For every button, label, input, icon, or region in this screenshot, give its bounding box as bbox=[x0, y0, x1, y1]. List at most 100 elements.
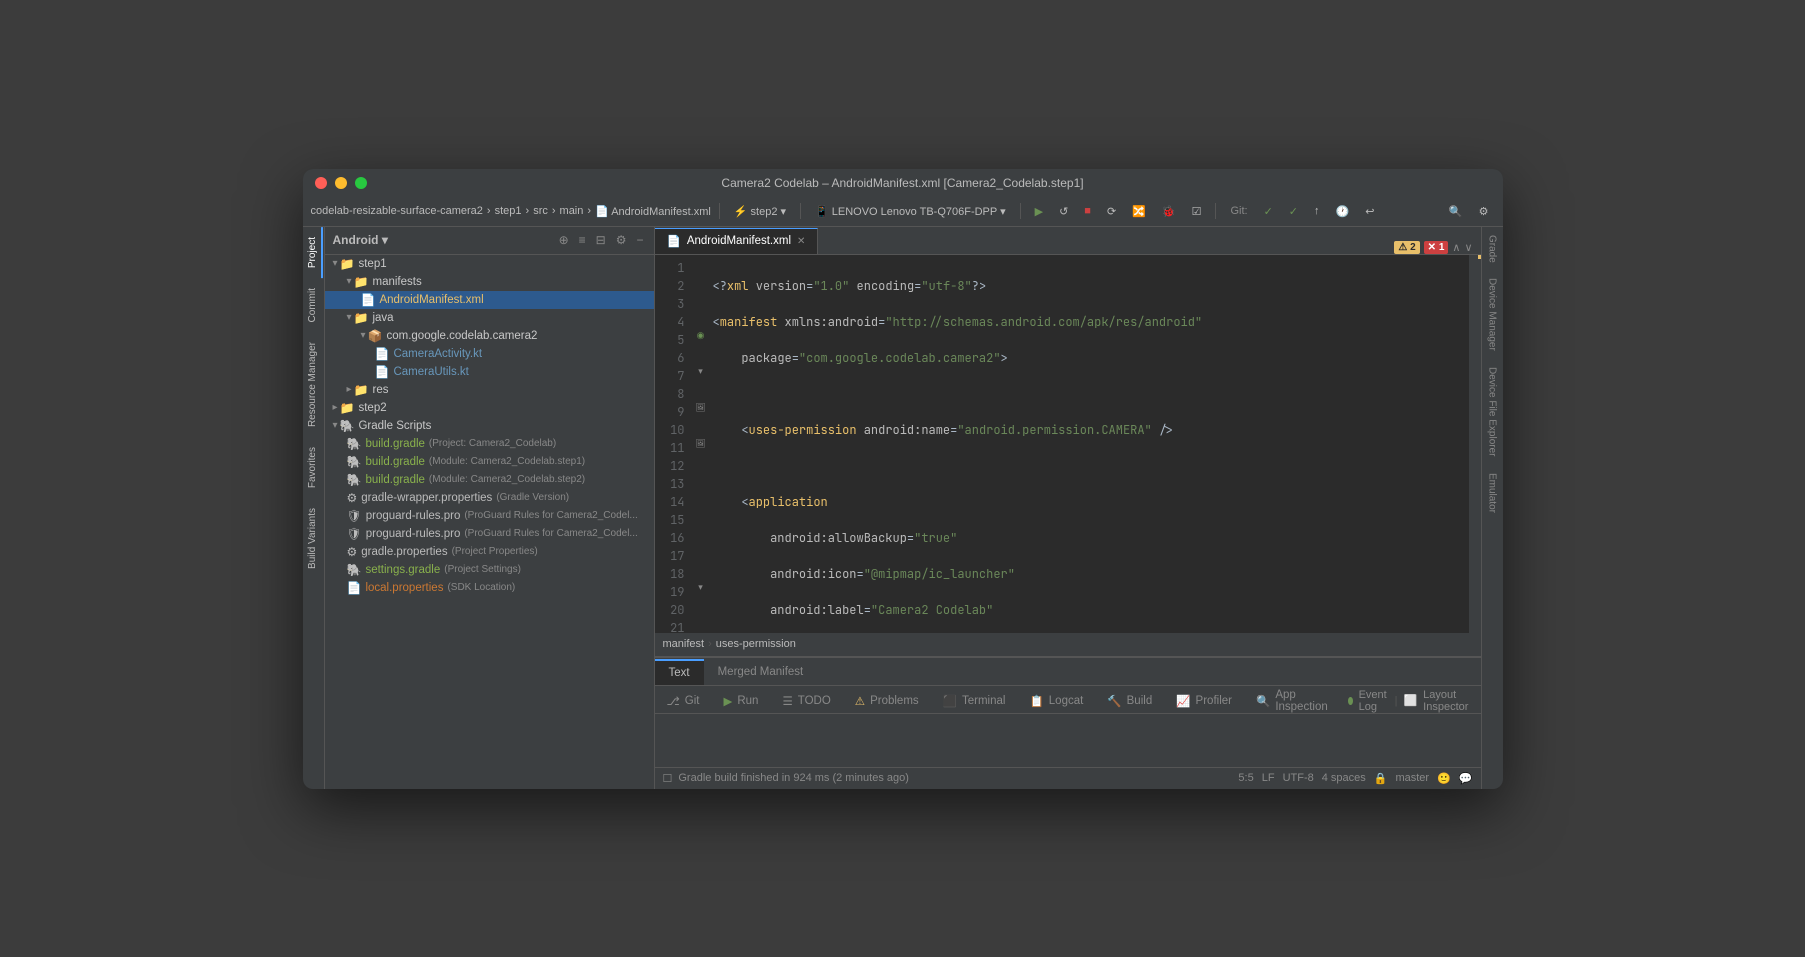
branch-dropdown[interactable]: ⚡ step2 ▾ bbox=[728, 203, 792, 220]
device-dropdown[interactable]: 📱 LENOVO Lenovo TB-Q706F-DPP ▾ bbox=[809, 203, 1012, 220]
tree-item-java[interactable]: ▾ 📁 java bbox=[325, 309, 654, 327]
left-side-tabs: Project Commit Resource Manager Favorite… bbox=[303, 227, 325, 789]
line-ending[interactable]: LF bbox=[1262, 772, 1275, 784]
breadcrumb: codelab-resizable-surface-camera2 › step… bbox=[311, 205, 711, 218]
tool-tab-run[interactable]: ▶ Run bbox=[711, 687, 770, 713]
nav-up[interactable]: ∧ bbox=[1452, 241, 1460, 254]
error-count[interactable]: ✕ 1 bbox=[1424, 241, 1449, 254]
sync-button[interactable]: ⟳ bbox=[1101, 203, 1122, 220]
stop-button[interactable]: ■ bbox=[1078, 203, 1097, 219]
tool-tab-profiler[interactable]: 📈 Profiler bbox=[1164, 687, 1244, 713]
debug-button[interactable]: 🐞 bbox=[1156, 203, 1182, 220]
window-controls bbox=[315, 177, 367, 189]
device-icon: 📱 bbox=[815, 205, 829, 218]
folder-icon: 📁 bbox=[354, 275, 369, 289]
git-check2-button[interactable]: ✓ bbox=[1283, 203, 1304, 220]
tree-item-androidmanifest[interactable]: 📄 AndroidManifest.xml bbox=[325, 291, 654, 309]
breadcrumb-part-2[interactable]: step1 bbox=[495, 205, 522, 217]
panel-close-icon[interactable]: − bbox=[634, 231, 645, 249]
sidebar-item-emulator[interactable]: Emulator bbox=[1484, 465, 1501, 521]
panel-list-icon[interactable]: ≡ bbox=[577, 231, 588, 249]
tab-androidmanifest[interactable]: 📄 AndroidManifest.xml ✕ bbox=[655, 228, 819, 254]
breadcrumb-uses-permission[interactable]: uses-permission bbox=[716, 638, 796, 650]
coverage-button[interactable]: ☑ bbox=[1186, 203, 1208, 220]
panel-settings-icon[interactable]: ⚙ bbox=[614, 231, 629, 249]
sidebar-item-device-file-explorer[interactable]: Device File Explorer bbox=[1484, 359, 1501, 464]
sidebar-item-commit[interactable]: Commit bbox=[304, 278, 323, 332]
gutter-badges: ⚠ 2 ✕ 1 ∧ ∨ bbox=[1386, 241, 1480, 254]
breadcrumb-part-1[interactable]: codelab-resizable-surface-camera2 bbox=[311, 205, 483, 217]
git-history-button[interactable]: 🕐 bbox=[1330, 203, 1356, 220]
cursor-position[interactable]: 5:5 bbox=[1238, 772, 1253, 784]
close-button[interactable] bbox=[315, 177, 327, 189]
tree-item-step1[interactable]: ▾ 📁 step1 bbox=[325, 255, 654, 273]
git-undo-button[interactable]: ↩ bbox=[1359, 203, 1380, 220]
panel-scope-icon[interactable]: ⊕ bbox=[557, 231, 571, 249]
profiler-label: Profiler bbox=[1196, 695, 1232, 707]
breadcrumb-part-5[interactable]: 📄 AndroidManifest.xml bbox=[595, 205, 711, 218]
breadcrumb-part-3[interactable]: src bbox=[533, 205, 548, 217]
sidebar-item-project[interactable]: Project bbox=[304, 227, 323, 278]
app-inspection-icon: 🔍 bbox=[1256, 694, 1270, 708]
tool-tab-todo[interactable]: ☰ TODO bbox=[770, 687, 842, 713]
profiler-button[interactable]: 🔀 bbox=[1126, 203, 1152, 220]
tree-label: CameraActivity.kt bbox=[393, 348, 482, 360]
logcat-icon: 📋 bbox=[1029, 694, 1043, 708]
sidebar-item-resource[interactable]: Resource Manager bbox=[304, 332, 323, 437]
breadcrumb-part-4[interactable]: main bbox=[560, 205, 584, 217]
tool-tab-logcat[interactable]: 📋 Logcat bbox=[1017, 687, 1095, 713]
scrollbar-gutter[interactable] bbox=[1469, 255, 1481, 633]
line-numbers: 1234 5678 9101112 13141516 17181920 2122… bbox=[655, 255, 693, 633]
breadcrumb-manifest[interactable]: manifest bbox=[663, 638, 705, 650]
search-button[interactable]: 🔍 bbox=[1443, 203, 1469, 220]
tree-label: Gradle Scripts bbox=[358, 420, 431, 432]
tool-tab-git[interactable]: ⎇ Git bbox=[655, 687, 712, 713]
tree-item-camerautils[interactable]: 📄 CameraUtils.kt bbox=[325, 363, 654, 381]
tree-item-res[interactable]: ▸ 📁 res bbox=[325, 381, 654, 399]
sidebar-item-grade[interactable]: Grade bbox=[1484, 227, 1501, 271]
sidebar-item-build[interactable]: Build Variants bbox=[304, 498, 323, 579]
nav-down[interactable]: ∨ bbox=[1464, 241, 1472, 254]
settings-button[interactable]: ⚙ bbox=[1473, 203, 1495, 220]
minimize-button[interactable] bbox=[335, 177, 347, 189]
panel-filter-icon[interactable]: ⊟ bbox=[594, 231, 608, 249]
tree-item-cameraactivity[interactable]: 📄 CameraActivity.kt bbox=[325, 345, 654, 363]
encoding[interactable]: UTF-8 bbox=[1283, 772, 1314, 784]
tool-tab-terminal[interactable]: ⬛ Terminal bbox=[931, 687, 1018, 713]
tab-close-button[interactable]: ✕ bbox=[797, 236, 805, 247]
branch-status[interactable]: master bbox=[1395, 772, 1429, 784]
tree-item-package[interactable]: ▾ 📦 com.google.codelab.camera2 bbox=[325, 327, 654, 345]
sidebar-item-device-manager[interactable]: Device Manager bbox=[1484, 270, 1501, 359]
notifications-icon[interactable]: 💬 bbox=[1459, 772, 1473, 785]
terminal-label: Terminal bbox=[962, 695, 1005, 707]
tree-item-gradle-properties[interactable]: ⚙ gradle.properties (Project Properties) bbox=[325, 543, 654, 561]
tree-item-gradle-wrapper[interactable]: ⚙ gradle-wrapper.properties (Gradle Vers… bbox=[325, 489, 654, 507]
tree-item-proguard-2[interactable]: 🛡 proguard-rules.pro (ProGuard Rules for… bbox=[325, 525, 654, 543]
layout-inspector-label[interactable]: Layout Inspector bbox=[1423, 689, 1472, 713]
indent[interactable]: 4 spaces bbox=[1322, 772, 1366, 784]
tree-item-build-gradle-step1[interactable]: 🐘 build.gradle (Module: Camera2_Codelab.… bbox=[325, 453, 654, 471]
tree-item-step2[interactable]: ▸ 📁 step2 bbox=[325, 399, 654, 417]
git-push-button[interactable]: ↑ bbox=[1308, 203, 1326, 219]
rerun-button[interactable]: ↺ bbox=[1053, 203, 1074, 220]
event-log-label[interactable]: Event Log bbox=[1359, 689, 1389, 713]
tool-tab-app-inspection[interactable]: 🔍 App Inspection bbox=[1244, 687, 1340, 713]
panel-title[interactable]: Android ▾ bbox=[333, 233, 551, 247]
tree-item-build-gradle-project[interactable]: 🐘 build.gradle (Project: Camera2_Codelab… bbox=[325, 435, 654, 453]
tab-merged-manifest[interactable]: Merged Manifest bbox=[704, 659, 818, 685]
tab-text[interactable]: Text bbox=[655, 659, 704, 685]
tree-item-local-properties[interactable]: 📄 local.properties (SDK Location) bbox=[325, 579, 654, 597]
tree-item-build-gradle-step2[interactable]: 🐘 build.gradle (Module: Camera2_Codelab.… bbox=[325, 471, 654, 489]
tool-tab-problems[interactable]: ⚠ Problems bbox=[843, 687, 931, 713]
tree-item-manifests[interactable]: ▾ 📁 manifests bbox=[325, 273, 654, 291]
maximize-button[interactable] bbox=[355, 177, 367, 189]
tree-item-gradle-scripts[interactable]: ▾ 🐘 Gradle Scripts bbox=[325, 417, 654, 435]
sidebar-item-favorites[interactable]: Favorites bbox=[304, 437, 323, 498]
tree-item-proguard-1[interactable]: 🛡 proguard-rules.pro (ProGuard Rules for… bbox=[325, 507, 654, 525]
run-button[interactable]: ▶ bbox=[1029, 203, 1049, 220]
code-content[interactable]: <?xml version="1.0" encoding="utf-8"?> <… bbox=[709, 255, 1469, 633]
git-check-button[interactable]: ✓ bbox=[1258, 203, 1279, 220]
warning-count[interactable]: ⚠ 2 bbox=[1394, 241, 1419, 254]
tool-tab-build[interactable]: 🔨 Build bbox=[1095, 687, 1164, 713]
tree-item-settings-gradle[interactable]: 🐘 settings.gradle (Project Settings) bbox=[325, 561, 654, 579]
